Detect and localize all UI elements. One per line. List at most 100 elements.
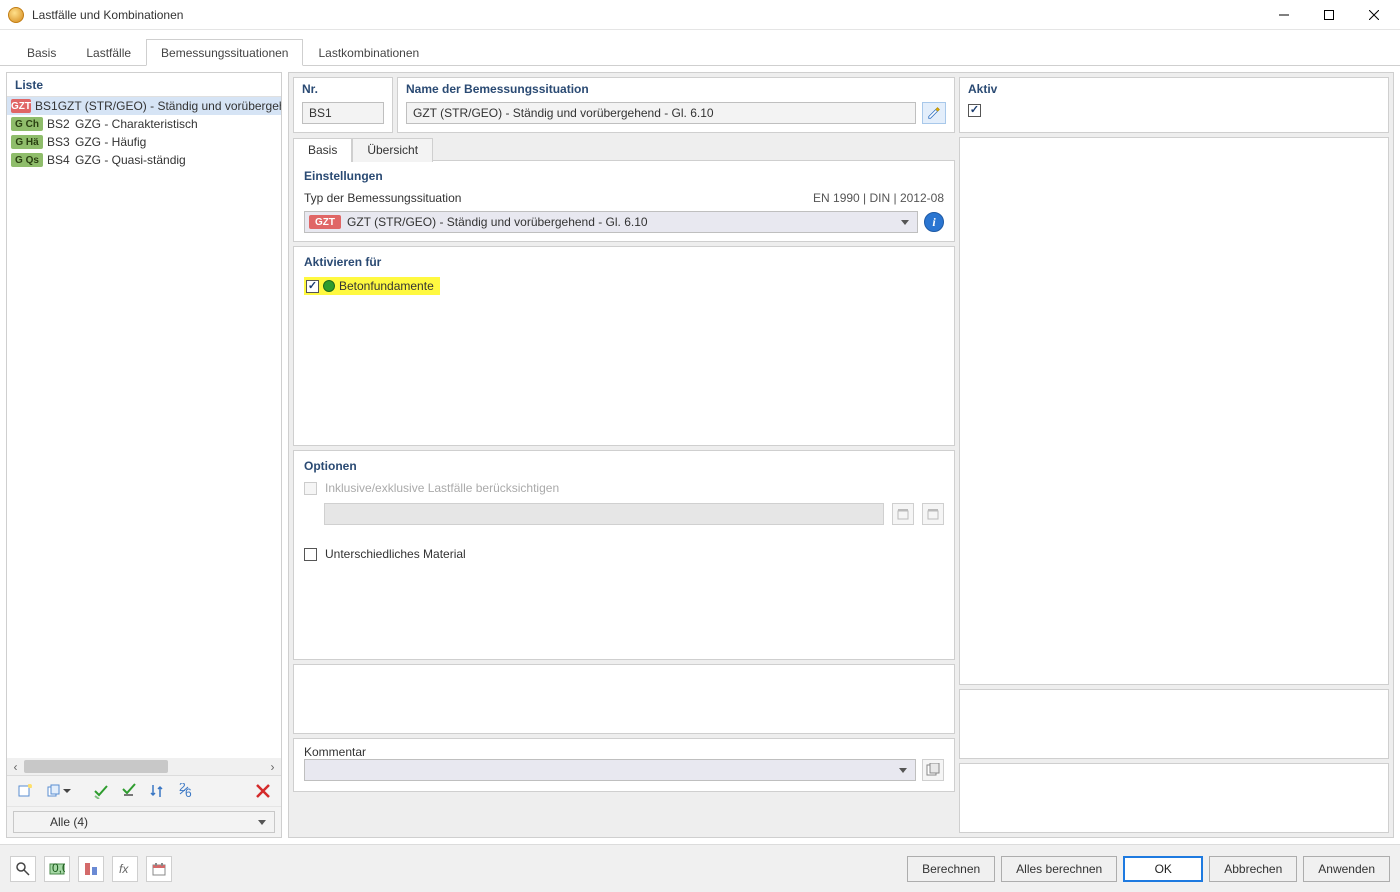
check-all-button[interactable] [89, 780, 113, 802]
status-dot-icon [323, 280, 335, 292]
ok-button[interactable]: OK [1123, 856, 1203, 882]
apply-button[interactable]: Anwenden [1303, 856, 1390, 882]
activate-panel: Aktivieren für Betonfundamente [293, 246, 955, 446]
nr-field-box: Nr. BS1 [293, 77, 393, 133]
type-label: Typ der Bemessungssituation [304, 191, 461, 205]
list-item-label: GZG - Quasi-ständig [75, 153, 186, 167]
list-item-code: BS1 [35, 99, 58, 113]
option-different-material[interactable]: Unterschiedliches Material [304, 547, 944, 561]
svg-text:6: 6 [185, 786, 192, 799]
scroll-right-icon[interactable]: › [264, 758, 281, 775]
tab-lastfaelle[interactable]: Lastfälle [71, 39, 146, 66]
option-checkbox-disabled [304, 482, 317, 495]
aktiv-field-box: Aktiv [959, 77, 1389, 133]
list-item-label: GZT (STR/GEO) - Ständig und vorübergehen… [58, 99, 281, 113]
titlebar: Lastfälle und Kombinationen [0, 0, 1400, 30]
tab-basis[interactable]: Basis [12, 39, 71, 66]
type-badge: GZT [309, 215, 341, 229]
sub-tab-basis[interactable]: Basis [293, 138, 352, 162]
svg-text:0,00: 0,00 [52, 861, 65, 875]
app-icon [8, 7, 24, 23]
new-item-button[interactable] [13, 780, 37, 802]
option-label: Unterschiedliches Material [325, 547, 466, 561]
uncheck-all-button[interactable] [117, 780, 141, 802]
scroll-left-icon[interactable]: ‹ [7, 758, 24, 775]
type-select[interactable]: GZT GZT (STR/GEO) - Ständig und vorüberg… [304, 211, 918, 233]
list-item[interactable]: GZT BS1 GZT (STR/GEO) - Ständig und vorü… [7, 97, 281, 115]
minimize-button[interactable] [1261, 0, 1306, 29]
renumber-button[interactable]: 26 [173, 780, 197, 802]
activate-header: Aktivieren für [304, 255, 944, 269]
options-header: Optionen [304, 459, 944, 473]
badge-gha: G Hä [11, 135, 43, 149]
list-item[interactable]: G Qs BS4 GZG - Quasi-ständig [7, 151, 281, 169]
list-item-code: BS2 [47, 117, 75, 131]
sub-tabs: Basis Übersicht [293, 137, 955, 161]
info-panel-2 [959, 763, 1389, 833]
activate-item-label: Betonfundamente [339, 279, 434, 293]
activate-checkbox[interactable] [306, 280, 319, 293]
horizontal-scrollbar[interactable]: ‹ › [7, 758, 281, 775]
name-input[interactable]: GZT (STR/GEO) - Ständig und vorübergehen… [406, 102, 916, 124]
maximize-button[interactable] [1306, 0, 1351, 29]
norm-label: EN 1990 | DIN | 2012-08 [813, 191, 944, 205]
list-item-label: GZG - Charakteristisch [75, 117, 198, 131]
aktiv-checkbox[interactable] [968, 104, 981, 117]
load-tool-button[interactable] [78, 856, 104, 882]
list-item-code: BS4 [47, 153, 75, 167]
comment-panel: Kommentar [293, 738, 955, 792]
list-item-label: GZG - Häufig [75, 135, 146, 149]
comment-header: Kommentar [304, 745, 366, 759]
units-tool-button[interactable]: 0,00 [44, 856, 70, 882]
filter-select[interactable]: Alle (4) [13, 811, 275, 833]
comment-edit-button[interactable] [922, 759, 944, 781]
option-pick-button-2 [922, 503, 944, 525]
badge-gch: G Ch [11, 117, 43, 131]
tab-bemessungssituationen[interactable]: Bemessungssituationen [146, 39, 303, 66]
cancel-button[interactable]: Abbrechen [1209, 856, 1297, 882]
activate-item-betonfundamente[interactable]: Betonfundamente [304, 277, 440, 295]
option-checkbox[interactable] [304, 548, 317, 561]
sort-button[interactable] [145, 780, 169, 802]
settings-panel: Einstellungen Typ der Bemessungssituatio… [293, 161, 955, 242]
info-icon[interactable]: i [924, 212, 944, 232]
tab-lastkombinationen[interactable]: Lastkombinationen [303, 39, 434, 66]
comment-select[interactable] [304, 759, 916, 781]
preview-panel [959, 137, 1389, 685]
detail-pane: Nr. BS1 Name der Bemessungssituation GZT… [288, 72, 1394, 838]
calculate-all-button[interactable]: Alles berechnen [1001, 856, 1117, 882]
list-item[interactable]: G Ch BS2 GZG - Charakteristisch [7, 115, 281, 133]
options-panel: Optionen Inklusive/exklusive Lastfälle b… [293, 450, 955, 660]
option-inclusive-exclusive: Inklusive/exklusive Lastfälle berücksich… [304, 481, 944, 495]
filter-value: Alle (4) [50, 815, 88, 829]
detail-right-column [959, 137, 1389, 833]
aktiv-label: Aktiv [968, 82, 1380, 96]
option-input-disabled [324, 503, 884, 525]
name-field-box: Name der Bemessungssituation GZT (STR/GE… [397, 77, 955, 133]
badge-gzt: GZT [11, 99, 31, 113]
window-title: Lastfälle und Kombinationen [32, 8, 1261, 22]
settings-header: Einstellungen [304, 169, 944, 183]
search-tool-button[interactable] [10, 856, 36, 882]
sub-tab-uebersicht[interactable]: Übersicht [352, 138, 433, 162]
svg-text:fx: fx [119, 862, 129, 876]
nr-input[interactable]: BS1 [302, 102, 384, 124]
edit-name-button[interactable] [922, 102, 946, 124]
list-item[interactable]: G Hä BS3 GZG - Häufig [7, 133, 281, 151]
close-button[interactable] [1351, 0, 1396, 29]
footer: 0,00 fx Berechnen Alles berechnen OK Abb… [0, 844, 1400, 892]
copy-item-button[interactable] [41, 780, 75, 802]
list-area: GZT BS1 GZT (STR/GEO) - Ständig und vorü… [7, 97, 281, 775]
option-label: Inklusive/exklusive Lastfälle berücksich… [325, 481, 559, 495]
name-label: Name der Bemessungssituation [406, 82, 946, 96]
badge-gqs: G Qs [11, 153, 43, 167]
calendar-tool-button[interactable] [146, 856, 172, 882]
list-item-code: BS3 [47, 135, 75, 149]
delete-button[interactable] [251, 780, 275, 802]
info-panel-1 [959, 689, 1389, 759]
list-pane: Liste GZT BS1 GZT (STR/GEO) - Ständig un… [6, 72, 282, 838]
nr-label: Nr. [302, 82, 384, 96]
calculate-button[interactable]: Berechnen [907, 856, 995, 882]
function-tool-button[interactable]: fx [112, 856, 138, 882]
list-toolbar: 26 [7, 775, 281, 806]
